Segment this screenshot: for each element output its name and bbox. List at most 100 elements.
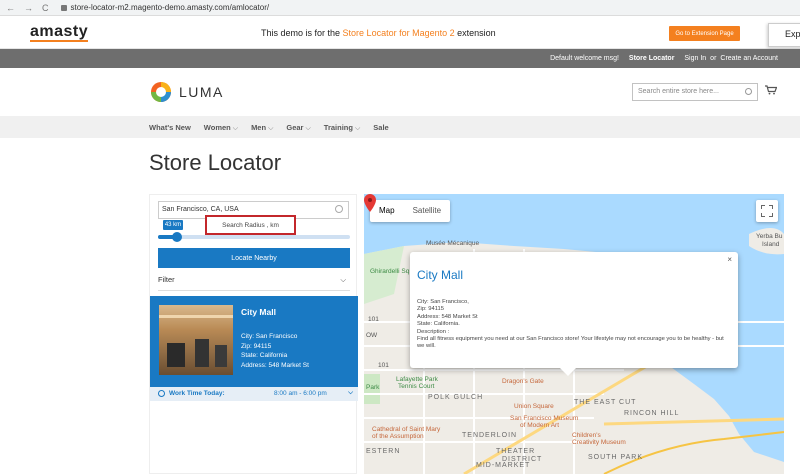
nav-item-gear[interactable]: Gear ⌵ xyxy=(286,123,310,133)
close-icon[interactable]: × xyxy=(727,255,732,264)
radius-slider[interactable] xyxy=(158,232,350,242)
work-time-toggle[interactable]: Work Time Today: 8:00 am - 6:00 pm ⌵ xyxy=(150,387,358,401)
map-label: Ghirardelli Sq xyxy=(370,268,410,275)
tab-satellite[interactable]: Satellite xyxy=(404,200,450,222)
info-window-title: City Mall xyxy=(417,268,464,282)
chevron-down-icon: ⌵ xyxy=(348,389,353,396)
map-type-control: Map Satellite xyxy=(370,200,451,222)
sign-in-link[interactable]: Sign In xyxy=(684,55,706,62)
chevron-down-icon: ⌵ xyxy=(305,125,311,132)
create-account-link[interactable]: Create an Account xyxy=(720,55,778,62)
info-state: State: California. xyxy=(417,321,460,328)
map-label: Yerba Bu xyxy=(756,233,783,240)
fullscreen-icon[interactable] xyxy=(756,200,778,222)
info-city: City: San Francisco, xyxy=(417,299,469,305)
map-label: Island xyxy=(762,241,780,248)
locate-nearby-button[interactable]: Locate Nearby xyxy=(158,248,350,268)
map-label: San Francisco Museum xyxy=(510,415,579,422)
nav-item-men[interactable]: Men ⌵ xyxy=(251,123,273,133)
work-time-label: Work Time Today: xyxy=(169,390,225,397)
map-label: OW xyxy=(366,332,378,339)
locator-panel: San Francisco, CA, USA 43 km Search Radi… xyxy=(149,194,358,474)
store-map[interactable]: Map Satellite Musée Mécanique Ghirardell… xyxy=(364,194,784,474)
store-zip: Zip: 94115 xyxy=(241,342,272,350)
filter-toggle[interactable]: Filter ⌵ xyxy=(158,275,350,291)
map-label: Musée Mécanique xyxy=(426,240,480,247)
luma-logo-icon xyxy=(151,82,171,102)
back-icon[interactable]: ← xyxy=(6,3,15,13)
reload-icon[interactable]: C xyxy=(42,3,49,13)
map-label: Park xyxy=(366,384,380,391)
map-label: THE EAST CUT xyxy=(574,399,637,406)
store-address: Address: 548 Market St xyxy=(241,361,309,369)
amasty-logo[interactable]: amasty xyxy=(30,23,89,42)
map-pin-icon[interactable] xyxy=(364,194,376,212)
info-description: Find all fitness equipment you need at o… xyxy=(417,336,724,350)
demo-bar: amasty This demo is for the Store Locato… xyxy=(0,17,800,49)
url-text: store-locator-m2.magento-demo.amasty.com… xyxy=(70,3,270,12)
map-label: Children's xyxy=(572,432,601,439)
store-locator-link[interactable]: Store Locator xyxy=(629,55,675,62)
store-details: City: San Francisco Zip: 94115 State: Ca… xyxy=(241,332,309,370)
header-top-links: Default welcome msg! Store Locator Sign … xyxy=(0,49,800,68)
search-placeholder: Search entire store here... xyxy=(638,88,719,95)
cart-icon[interactable] xyxy=(765,85,777,95)
nav-item-sale[interactable]: Sale xyxy=(373,123,388,133)
nav-item-label: Training xyxy=(323,123,353,132)
search-icon[interactable] xyxy=(745,88,752,95)
location-search-icon[interactable] xyxy=(335,205,343,213)
info-description-label: Description : xyxy=(417,328,450,335)
page-title: Store Locator xyxy=(149,150,282,175)
go-to-extension-button[interactable]: Go to Extension Page xyxy=(669,26,740,41)
nav-item-what-s-new[interactable]: What's New xyxy=(149,123,191,133)
radius-slider-handle[interactable] xyxy=(172,232,183,242)
location-input-value: San Francisco, CA, USA xyxy=(162,206,239,213)
store-state: State: California xyxy=(241,352,288,359)
chevron-down-icon: ⌵ xyxy=(232,125,239,132)
radius-value-badge: 43 km xyxy=(163,220,183,230)
map-label: Dragon's Gate xyxy=(502,378,544,385)
store-search-input[interactable]: Search entire store here... xyxy=(632,83,758,101)
store-card[interactable]: City Mall City: San Francisco Zip: 94115… xyxy=(150,296,358,387)
nav-item-label: Sale xyxy=(373,123,389,132)
store-city: City: San Francisco xyxy=(241,333,298,340)
map-label: of the Assumption xyxy=(372,433,424,440)
demo-text: This demo is for the Store Locator for M… xyxy=(261,28,496,38)
map-label: Union Square xyxy=(514,403,554,410)
map-label: TENDERLOIN xyxy=(462,432,518,439)
forward-icon[interactable]: → xyxy=(24,3,33,13)
map-label: Creativity Museum xyxy=(572,439,626,446)
map-label: THEATER xyxy=(496,448,536,455)
nav-item-label: Gear xyxy=(286,123,304,132)
search-radius-label: Search Radius , km xyxy=(205,215,296,235)
map-label: MID-MARKET xyxy=(476,462,531,469)
browser-toolbar: ← → C store-locator-m2.magento-demo.amas… xyxy=(0,0,800,16)
side-tab[interactable]: Exp xyxy=(768,23,800,47)
luma-logo[interactable]: LUMA xyxy=(149,80,224,104)
demo-text-after: extension xyxy=(454,28,496,38)
info-zip: Zip: 94115 xyxy=(417,306,444,313)
nav-item-women[interactable]: Women ⌵ xyxy=(204,123,238,133)
filter-label: Filter xyxy=(158,275,175,284)
extension-link[interactable]: Store Locator for Magento 2 xyxy=(343,28,455,38)
map-label: Tennis Court xyxy=(398,383,435,390)
map-label: of Modern Art xyxy=(520,422,560,429)
store-name[interactable]: City Mall xyxy=(241,307,276,317)
chevron-down-icon: ⌵ xyxy=(268,125,274,132)
map-label: 101 xyxy=(368,316,379,323)
luma-logo-text: LUMA xyxy=(179,84,224,100)
main-navigation: What's New Women ⌵ Men ⌵ Gear ⌵ Training ⌵ Sale xyxy=(0,116,800,138)
nav-item-label: Women xyxy=(203,123,231,132)
map-label: Cathedral of Saint Mary xyxy=(372,426,441,433)
map-label: Lafayette Park xyxy=(396,376,438,383)
map-label: POLK GULCH xyxy=(428,394,484,401)
work-time-hours: 8:00 am - 6:00 pm xyxy=(274,390,327,397)
address-bar[interactable]: store-locator-m2.magento-demo.amasty.com… xyxy=(60,3,270,12)
chevron-down-icon: ⌵ xyxy=(340,275,346,284)
map-label: RINCON HILL xyxy=(624,410,680,417)
map-label: 101 xyxy=(378,362,389,369)
lock-icon xyxy=(60,4,67,11)
nav-item-label: Men xyxy=(251,123,267,132)
nav-item-label: What's New xyxy=(149,123,191,132)
nav-item-training[interactable]: Training ⌵ xyxy=(324,123,360,133)
